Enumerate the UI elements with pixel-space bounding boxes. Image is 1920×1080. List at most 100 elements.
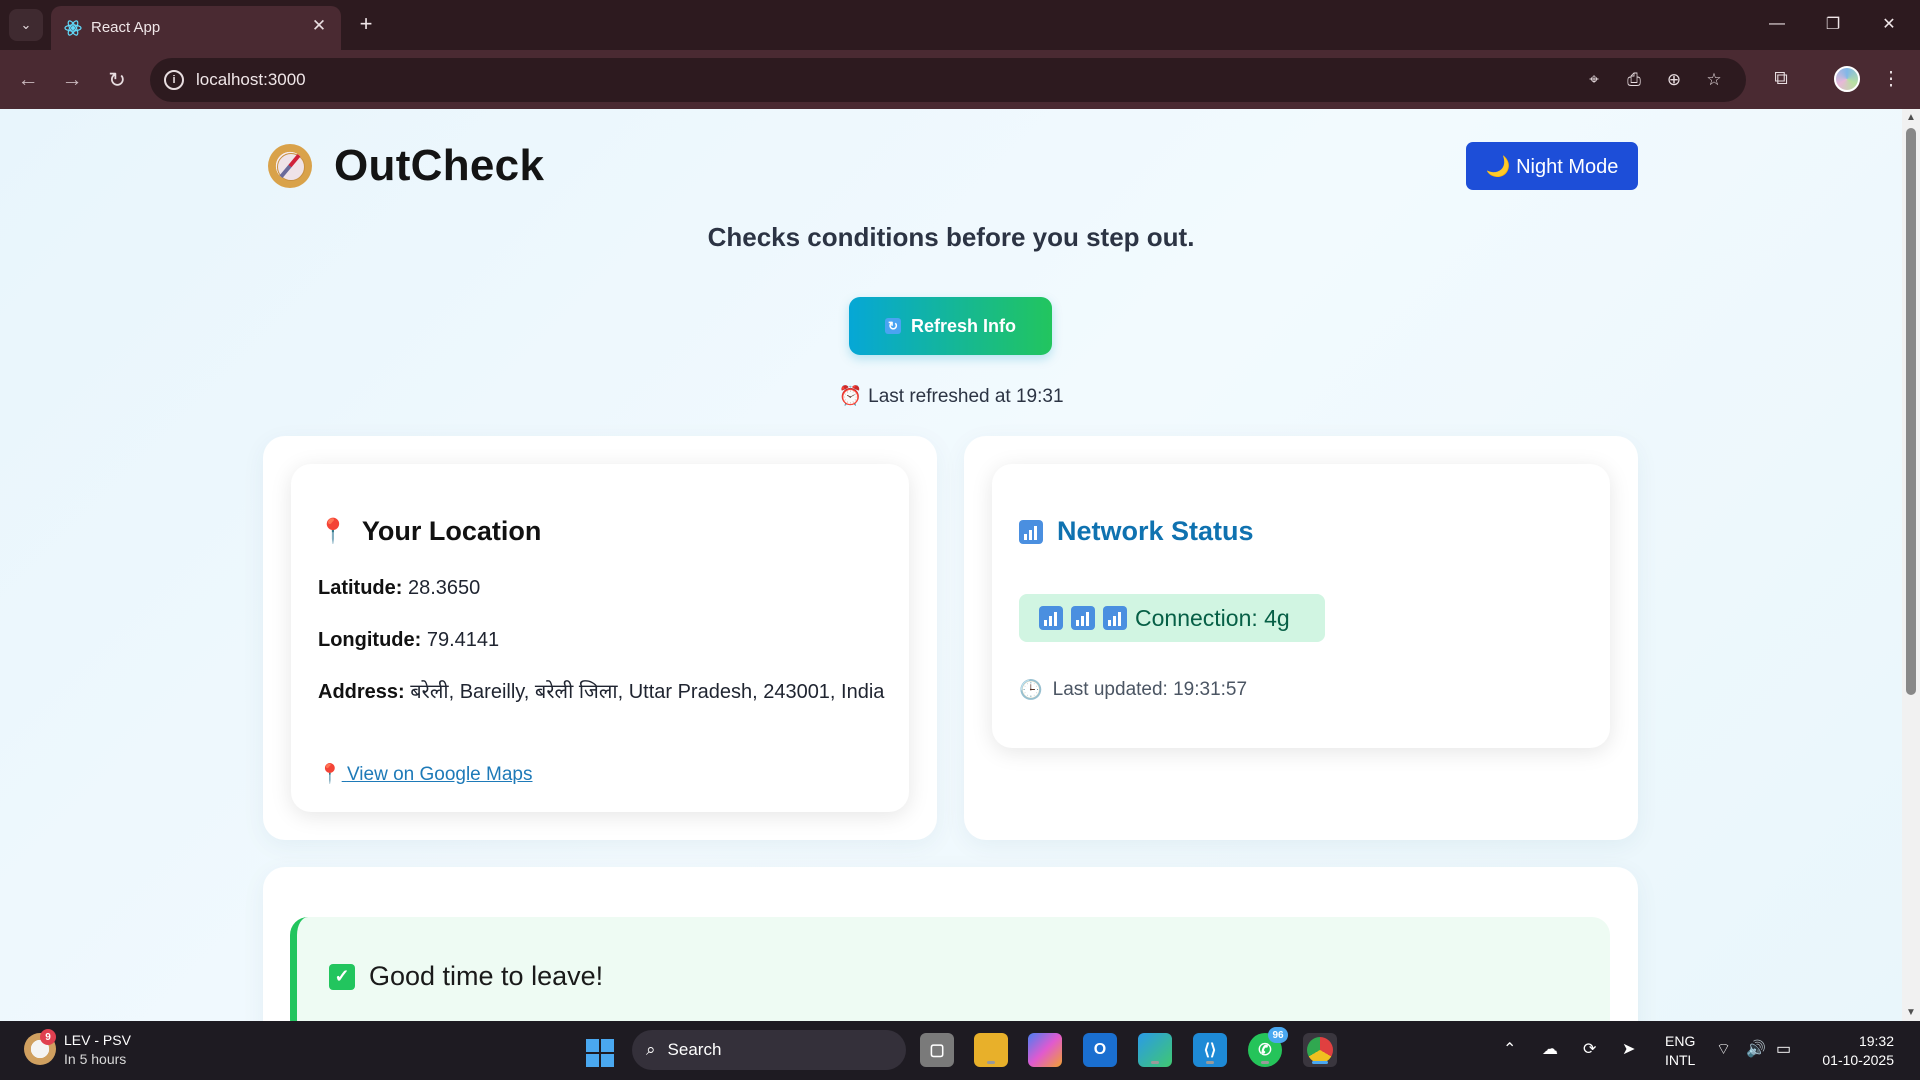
site-info-icon[interactable]: i: [164, 70, 184, 90]
reload-icon[interactable]: ↻: [101, 64, 133, 96]
sync-icon[interactable]: ⟳: [1583, 1039, 1596, 1059]
chrome-icon[interactable]: [1303, 1033, 1337, 1067]
tab-title: React App: [91, 19, 161, 36]
whatsapp-icon[interactable]: ✆ 96: [1248, 1027, 1288, 1067]
advice-card: ✓ Good time to leave!: [290, 917, 1610, 1021]
location-icon[interactable]: ⌖: [1582, 68, 1606, 92]
page-scrollbar[interactable]: ▲ ▼: [1902, 109, 1920, 1021]
windows-start-icon[interactable]: [586, 1039, 614, 1067]
zoom-icon[interactable]: ⊕: [1662, 68, 1686, 92]
bookmark-star-icon[interactable]: ☆: [1702, 68, 1726, 92]
connection-badge: Connection: 4g: [1019, 594, 1325, 642]
send-icon[interactable]: ➤: [1622, 1039, 1635, 1059]
google-maps-link-text[interactable]: View on Google Maps: [347, 764, 533, 785]
volume-icon[interactable]: 🔊: [1746, 1039, 1766, 1059]
file-explorer-icon[interactable]: [974, 1033, 1008, 1067]
connection-text: Connection: 4g: [1135, 604, 1290, 631]
network-title-text: Network Status: [1057, 516, 1254, 546]
refresh-icon: ↻: [884, 318, 901, 334]
edge-icon[interactable]: [1138, 1033, 1172, 1067]
onedrive-icon[interactable]: ☁: [1542, 1039, 1558, 1059]
url-text[interactable]: localhost:3000: [196, 70, 306, 90]
pin-icon: 📍: [318, 764, 342, 785]
page-viewport: OutCheck 🌙 Night Mode Checks conditions …: [0, 109, 1902, 1021]
refresh-label: Refresh Info: [910, 315, 1016, 336]
check-icon: ✓: [329, 963, 355, 990]
address-bar[interactable]: i localhost:3000 ⌖ ⎙ ⊕ ☆: [150, 58, 1746, 102]
wifi-icon[interactable]: ⌔: [1716, 1039, 1731, 1059]
language-indicator[interactable]: ENG INTL: [1665, 1032, 1695, 1070]
outlook-icon[interactable]: O: [1083, 1033, 1117, 1067]
network-card: Network Status Connection: 4g 🕒 Last upd…: [992, 464, 1610, 748]
longitude-value: 79.4141: [426, 629, 500, 651]
refresh-info-button[interactable]: ↻ Refresh Info: [849, 297, 1052, 355]
brand-title: OutCheck: [334, 141, 545, 190]
advice-title: ✓ Good time to leave!: [329, 961, 603, 992]
taskbar-search[interactable]: ⌕ Search: [632, 1030, 906, 1070]
tagline: Checks conditions before you step out.: [707, 222, 1195, 252]
profile-avatar[interactable]: [1834, 66, 1860, 92]
browser-toolbar: ← → ↻ i localhost:3000 ⌖ ⎙ ⊕ ☆ ⧉ ⋮: [0, 50, 1920, 109]
signal-bars-icon: [1103, 606, 1127, 630]
pin-icon: 📍: [318, 518, 348, 545]
browser-tabbar: ⌄ React App ✕ + — ❐ ✕: [0, 0, 1920, 50]
vscode-icon[interactable]: ⟨⟩: [1193, 1033, 1227, 1067]
location-panel: 📍 Your Location Latitude: 28.3650 Longit…: [263, 436, 937, 840]
signal-bars-icon: [1019, 519, 1043, 544]
forward-icon[interactable]: →: [56, 64, 88, 96]
weather-badge: 9: [40, 1029, 56, 1045]
install-app-icon[interactable]: ⎙: [1622, 68, 1646, 92]
new-tab-icon[interactable]: +: [352, 10, 380, 38]
location-title-text: Your Location: [361, 516, 542, 546]
google-maps-link[interactable]: 📍 View on Google Maps: [318, 762, 533, 786]
back-icon[interactable]: ←: [12, 64, 44, 96]
signal-bars-icon: [1071, 606, 1095, 630]
browser-menu-icon[interactable]: ⋮: [1876, 64, 1906, 94]
longitude-row: Longitude: 79.4141: [318, 625, 499, 655]
react-favicon: [64, 20, 82, 36]
language-bottom: INTL: [1665, 1052, 1696, 1068]
address-label: Address:: [318, 681, 405, 703]
search-placeholder: Search: [667, 1040, 722, 1059]
brand-header: OutCheck: [268, 141, 544, 191]
location-card: 📍 Your Location Latitude: 28.3650 Longit…: [291, 464, 909, 812]
taskbar: 9 LEV - PSV In 5 hours ⌕ Search ▢ O ⟨⟩ ✆…: [0, 1021, 1920, 1080]
show-hidden-icons-icon[interactable]: ⌃: [1503, 1039, 1516, 1059]
last-updated-text: Last updated: 19:31:57: [1052, 679, 1248, 700]
minimize-icon[interactable]: —: [1754, 8, 1800, 40]
tab-search-menu-icon[interactable]: ⌄: [9, 9, 43, 41]
extensions-icon[interactable]: ⧉: [1766, 64, 1796, 94]
restore-icon[interactable]: ❐: [1810, 8, 1856, 40]
network-panel: Network Status Connection: 4g 🕒 Last upd…: [964, 436, 1638, 840]
network-title: Network Status: [1019, 516, 1254, 547]
task-view-icon[interactable]: ▢: [920, 1033, 954, 1067]
clock-date: 01-10-2025: [1822, 1052, 1894, 1068]
taskbar-clock[interactable]: 19:32 01-10-2025: [1814, 1032, 1894, 1070]
alarm-clock-icon: ⏰: [838, 386, 863, 407]
night-mode-button[interactable]: 🌙 Night Mode: [1466, 142, 1638, 190]
copilot-icon[interactable]: [1028, 1033, 1062, 1067]
scroll-up-icon[interactable]: ▲: [1906, 112, 1916, 123]
language-top: ENG: [1665, 1033, 1696, 1049]
latitude-value: 28.3650: [408, 577, 481, 599]
weather-widget[interactable]: LEV - PSV In 5 hours: [64, 1031, 131, 1069]
weather-title: LEV - PSV: [64, 1032, 131, 1048]
last-refreshed: ⏰ Last refreshed at 19:31: [0, 384, 1902, 408]
clock-icon: 🕒: [1019, 680, 1043, 701]
scroll-thumb[interactable]: [1906, 128, 1916, 695]
advice-title-text: Good time to leave!: [369, 961, 604, 991]
close-window-icon[interactable]: ✕: [1866, 8, 1912, 40]
last-updated: 🕒 Last updated: 19:31:57: [1019, 678, 1247, 702]
close-tab-icon[interactable]: ✕: [307, 14, 331, 38]
compass-icon: [268, 144, 312, 188]
signal-bars-icon: [1039, 606, 1063, 630]
battery-icon[interactable]: ▭: [1776, 1039, 1791, 1059]
last-refreshed-text: Last refreshed at 19:31: [868, 386, 1064, 407]
latitude-label: Latitude:: [318, 577, 403, 599]
longitude-label: Longitude:: [318, 629, 422, 651]
latitude-row: Latitude: 28.3650: [318, 573, 480, 603]
location-title: 📍 Your Location: [318, 516, 541, 547]
weather-subtitle: In 5 hours: [64, 1051, 127, 1067]
scroll-down-icon[interactable]: ▼: [1906, 1007, 1916, 1018]
browser-tab[interactable]: React App ✕: [51, 6, 341, 50]
